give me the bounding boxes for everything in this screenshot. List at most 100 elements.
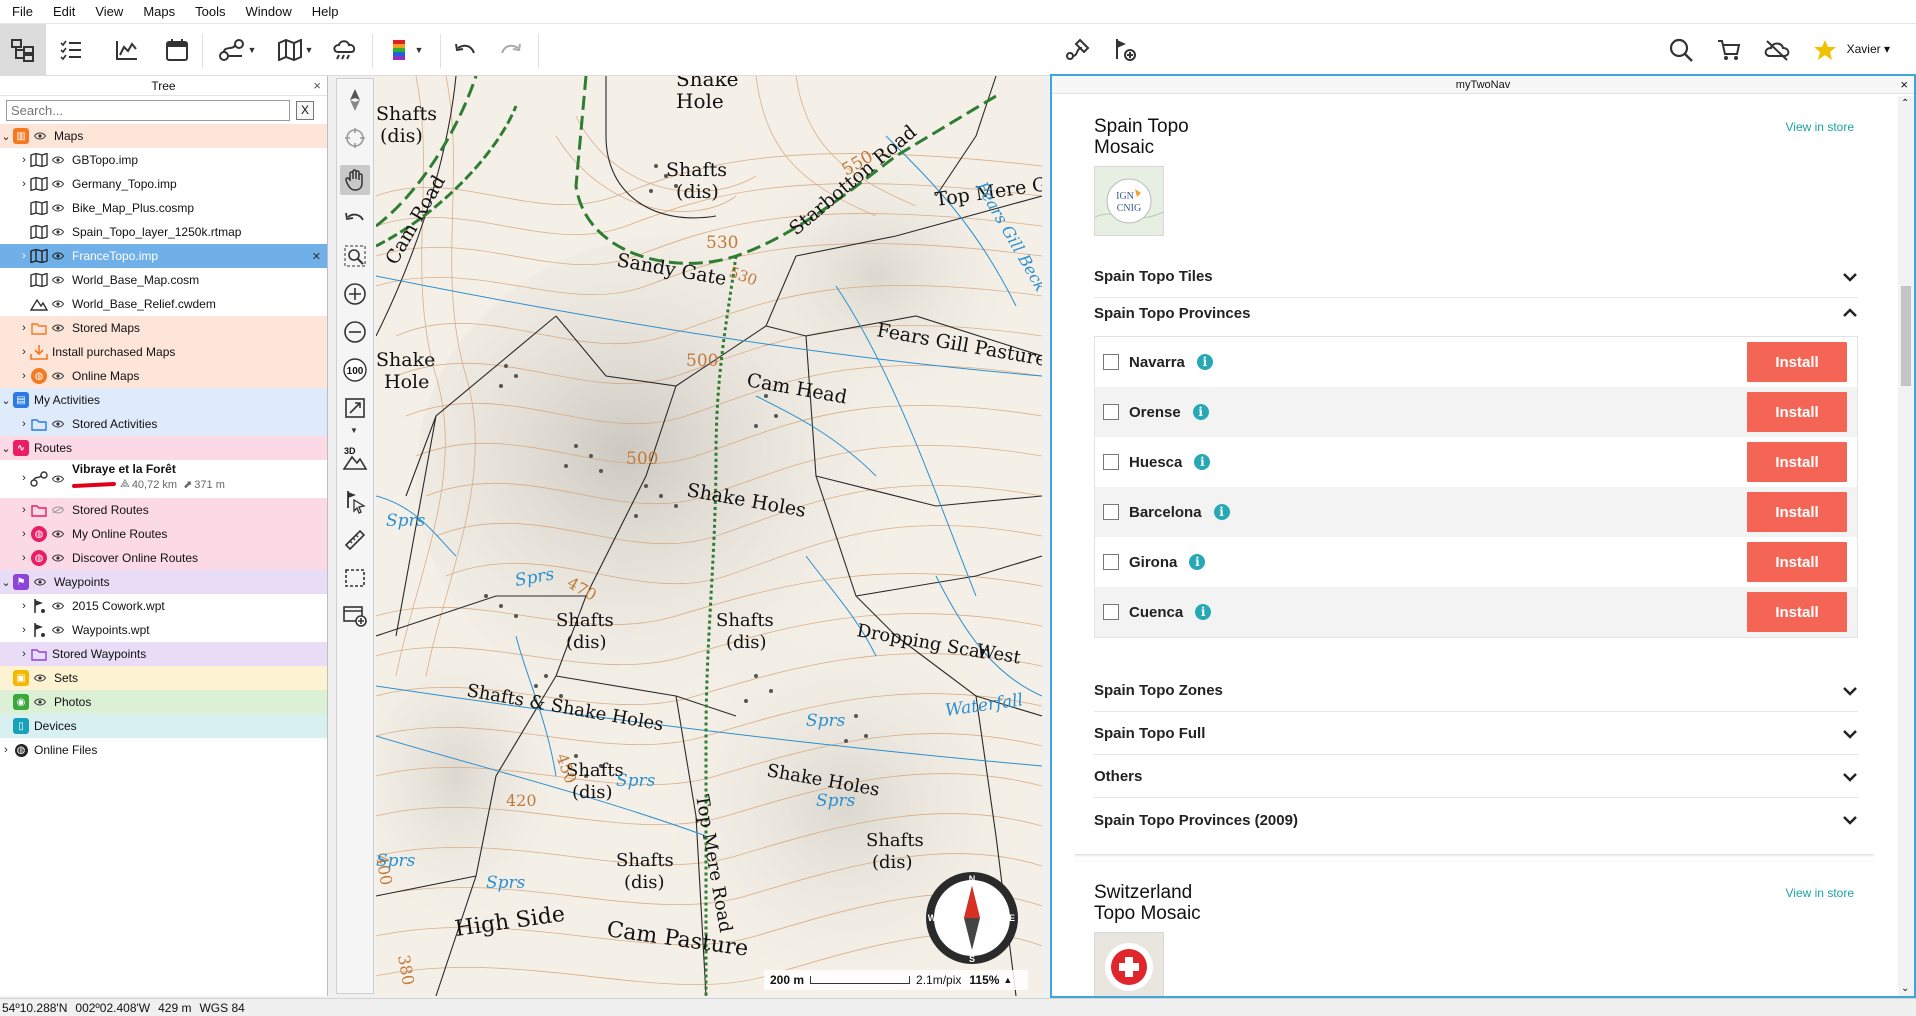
install-button[interactable]: Install — [1747, 492, 1847, 532]
expand-arrow-icon[interactable]: › — [0, 744, 12, 756]
tree-view-button[interactable] — [0, 24, 46, 76]
favorites-button[interactable] — [1810, 32, 1840, 68]
zoom-menu-arrow-icon[interactable]: ▲ — [1003, 975, 1012, 985]
center-gps-button[interactable] — [340, 123, 370, 153]
route-tools-button[interactable]: ▼ — [214, 32, 260, 68]
eye-icon[interactable] — [52, 529, 66, 539]
eye-icon[interactable] — [34, 577, 48, 587]
install-button[interactable]: Install — [1747, 342, 1847, 382]
eye-icon[interactable] — [34, 131, 48, 141]
scroll-down-arrow-icon[interactable]: ⌄ — [1901, 983, 1909, 994]
close-panel-button[interactable]: × — [1900, 76, 1908, 94]
north-up-button[interactable] — [340, 85, 370, 115]
info-icon[interactable]: i — [1189, 554, 1206, 570]
scroll-up-arrow-icon[interactable]: ⌃ — [1901, 98, 1909, 109]
expand-arrow-icon[interactable]: › — [18, 552, 30, 564]
view-in-store-link[interactable]: View in store — [1786, 120, 1854, 134]
collapse-arrow-icon[interactable]: ⌄ — [0, 442, 12, 455]
tree-search-input[interactable] — [6, 99, 290, 121]
add-waypoint-button[interactable] — [1110, 32, 1140, 68]
undo-button[interactable] — [450, 32, 480, 68]
tree-category-sets[interactable]: ▣ Sets — [0, 666, 327, 690]
menu-maps[interactable]: Maps — [133, 0, 185, 24]
tree-category-devices[interactable]: ▯ Devices — [0, 714, 327, 738]
select-area-button[interactable] — [340, 563, 370, 593]
eye-icon[interactable] — [52, 625, 66, 635]
zoom-area-button[interactable] — [340, 241, 370, 271]
clear-search-button[interactable]: X — [296, 100, 314, 120]
province-checkbox[interactable] — [1103, 404, 1119, 420]
compass-rose[interactable]: N E S W — [926, 872, 1018, 964]
collapse-arrow-icon[interactable]: ⌄ — [0, 130, 12, 143]
tree-install-maps[interactable]: › Install purchased Maps — [0, 340, 327, 364]
info-icon[interactable]: i — [1194, 454, 1211, 470]
menu-window[interactable]: Window — [235, 0, 301, 24]
province-checkbox[interactable] — [1103, 604, 1119, 620]
pan-tool-button[interactable] — [340, 165, 370, 195]
zoom-100-button[interactable]: 100 — [340, 355, 370, 385]
tree-stored-maps[interactable]: › Stored Maps — [0, 316, 327, 340]
add-layer-button[interactable] — [340, 601, 370, 631]
section-spain-topo-provinces-2009[interactable]: Spain Topo Provinces (2009) — [1094, 799, 1858, 841]
expand-arrow-icon[interactable]: › — [18, 504, 30, 516]
eye-icon[interactable] — [52, 275, 66, 285]
eye-icon[interactable] — [52, 299, 66, 309]
tree-map-item[interactable]: World_Base_Map.cosm — [0, 268, 327, 292]
tree-online-maps[interactable]: › ◍ Online Maps — [0, 364, 327, 388]
color-scheme-button[interactable]: ▼ — [384, 32, 430, 68]
expand-arrow-icon[interactable]: › — [18, 346, 30, 358]
expand-arrow-icon[interactable]: › — [18, 624, 30, 636]
eye-icon[interactable] — [52, 323, 66, 333]
eye-icon[interactable] — [52, 227, 66, 237]
undo-view-button[interactable] — [340, 203, 370, 233]
calendar-button[interactable] — [162, 32, 192, 68]
user-menu[interactable]: Xavier ▾ — [1847, 42, 1890, 56]
search-button[interactable] — [1666, 32, 1696, 68]
eye-icon[interactable] — [52, 179, 66, 189]
expand-arrow-icon[interactable]: › — [18, 648, 30, 660]
province-checkbox[interactable] — [1103, 354, 1119, 370]
province-checkbox[interactable] — [1103, 454, 1119, 470]
tree-category-routes[interactable]: ⌄ ∿ Routes — [0, 436, 327, 460]
map-tools-button[interactable]: ▼ — [272, 32, 318, 68]
tree-category-activities[interactable]: ⌄ ▤ My Activities — [0, 388, 327, 412]
eye-icon[interactable] — [34, 697, 48, 707]
sync-button[interactable] — [1762, 32, 1792, 68]
measure-button[interactable] — [340, 525, 370, 555]
collapse-arrow-icon[interactable]: ⌄ — [0, 576, 12, 589]
weather-button[interactable] — [330, 32, 360, 68]
tree-category-maps[interactable]: ⌄ ▥ Maps — [0, 124, 327, 148]
menu-tools[interactable]: Tools — [185, 0, 235, 24]
expand-arrow-icon[interactable]: › — [18, 178, 30, 190]
redo-button[interactable] — [496, 32, 526, 68]
install-button[interactable]: Install — [1747, 592, 1847, 632]
scrollbar-thumb[interactable] — [1901, 286, 1911, 386]
eye-icon[interactable] — [52, 419, 66, 429]
eye-icon[interactable] — [52, 371, 66, 381]
tree-online-files[interactable]: › ◍ Online Files — [0, 738, 327, 762]
tree-my-online-routes[interactable]: › ◍ My Online Routes — [0, 522, 327, 546]
tree-map-item[interactable]: World_Base_Relief.cwdem — [0, 292, 327, 316]
tree-waypoint-file[interactable]: › 2015 Cowork.wpt — [0, 594, 327, 618]
tree-discover-routes[interactable]: › ◍ Discover Online Routes — [0, 546, 327, 570]
eye-icon[interactable] — [52, 251, 66, 261]
close-icon[interactable]: ✕ — [312, 250, 321, 263]
topographic-map[interactable]: Shake Hole Shafts (dis) Cam Road Shafts … — [376, 76, 1042, 996]
zoom-out-button[interactable] — [340, 317, 370, 347]
menu-file[interactable]: File — [6, 0, 43, 24]
eye-icon[interactable] — [52, 553, 66, 563]
store-button[interactable] — [1714, 32, 1744, 68]
dropdown-arrow-icon[interactable]: ▼ — [350, 426, 358, 435]
expand-arrow-icon[interactable]: › — [18, 472, 30, 484]
tree-waypoint-file[interactable]: › Waypoints.wpt — [0, 618, 327, 642]
install-button[interactable]: Install — [1747, 392, 1847, 432]
tree-map-item[interactable]: Bike_Map_Plus.cosmp — [0, 196, 327, 220]
tree-category-waypoints[interactable]: ⌄ ⚑ Waypoints — [0, 570, 327, 594]
info-icon[interactable]: i — [1196, 354, 1213, 370]
section-spain-topo-provinces[interactable]: Spain Topo Provinces — [1094, 292, 1858, 334]
tree-stored-routes[interactable]: › Stored Routes — [0, 498, 327, 522]
info-icon[interactable]: i — [1192, 404, 1209, 420]
3d-view-button[interactable]: 3D — [340, 443, 370, 473]
expand-arrow-icon[interactable]: › — [18, 154, 30, 166]
install-button[interactable]: Install — [1747, 542, 1847, 582]
